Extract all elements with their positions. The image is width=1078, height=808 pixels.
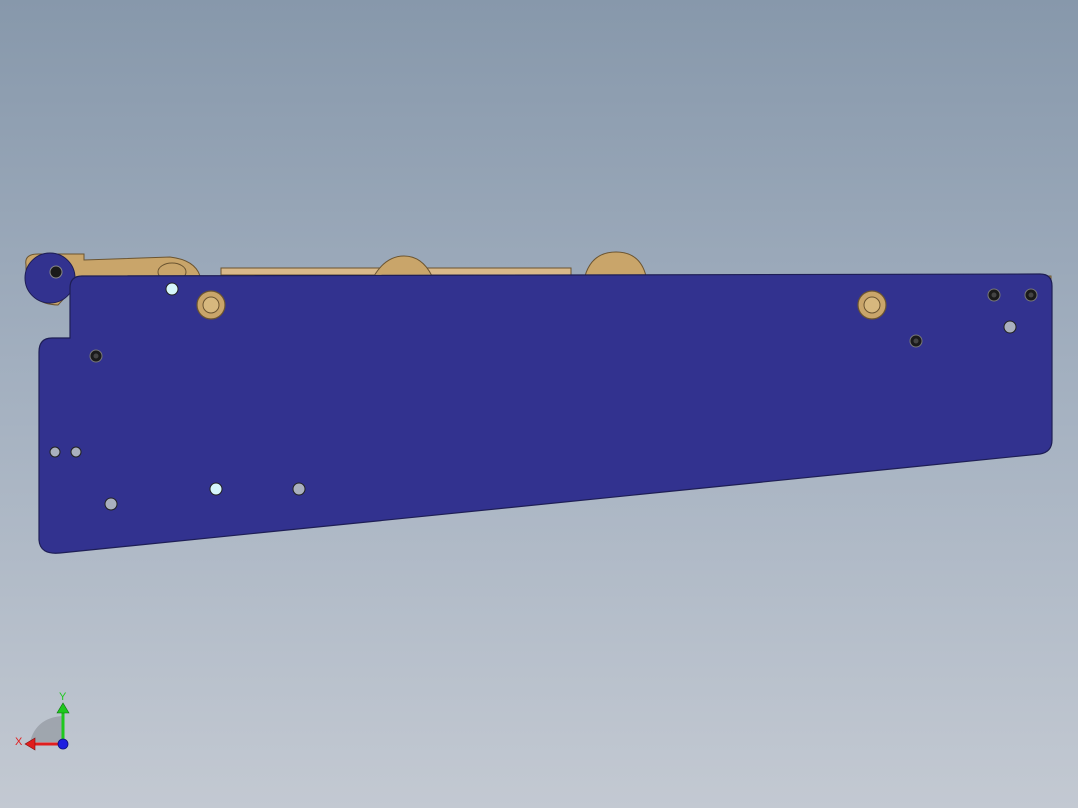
side-plate[interactable]: [38, 273, 1053, 554]
y-axis-label: Y: [59, 691, 67, 703]
model-view[interactable]: [0, 0, 1078, 808]
screw-4: [1024, 288, 1038, 302]
screw-1: [89, 349, 103, 363]
screw-2: [909, 334, 923, 348]
coordinate-triad: Y X: [15, 691, 70, 751]
screw-3: [987, 288, 1001, 302]
hole-cyan-bottom: [209, 482, 223, 496]
hole-bottom-1: [104, 497, 118, 511]
pivot-pin-hole: [49, 265, 63, 279]
cad-graphics-viewport[interactable]: Y X: [0, 0, 1078, 808]
bushing-right: [857, 290, 887, 320]
y-axis-arrow: [56, 702, 70, 714]
x-axis-arrow: [24, 737, 36, 751]
hole-cyan-top: [165, 282, 179, 296]
hole-left-1: [49, 446, 61, 458]
top-roller-left: [373, 255, 433, 277]
top-roller-right: [584, 251, 647, 277]
z-axis-dot: [57, 738, 69, 750]
hole-left-2: [70, 446, 82, 458]
pivot-boss: [24, 252, 76, 304]
x-axis-label: X: [15, 736, 23, 748]
hole-bottom-2: [292, 482, 306, 496]
bushing-left: [196, 290, 226, 320]
hole-right-gray: [1003, 320, 1017, 334]
